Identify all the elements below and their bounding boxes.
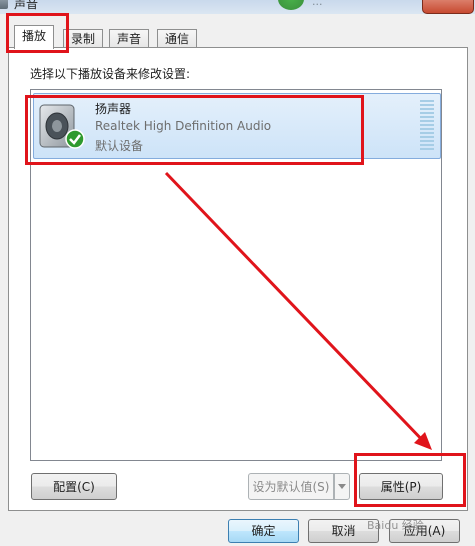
annotation-arrow: [164, 171, 432, 450]
tab-playback[interactable]: 播放: [14, 25, 55, 49]
